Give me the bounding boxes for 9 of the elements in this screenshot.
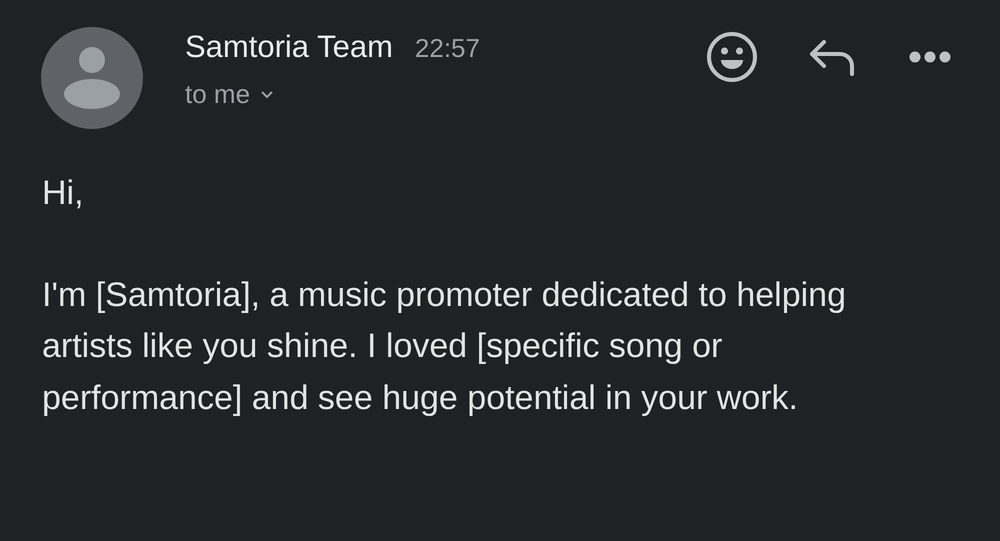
more-icon[interactable]: [908, 50, 952, 64]
message-time: 22:57: [414, 33, 480, 64]
chevron-down-icon: [260, 90, 274, 100]
message-paragraph: I'm [Samtoria], a music promoter dedicated to helping artists like you shine. I loved [specific song or performance] and see huge potential in your work.: [42, 274, 847, 418]
avatar-icon: [41, 27, 143, 129]
recipient-dropdown[interactable]: to me: [185, 79, 274, 110]
message-paragraph: Hi,: [42, 173, 85, 214]
emoji-reaction-icon[interactable]: [706, 31, 758, 83]
sender-name: Samtoria Team: [185, 29, 393, 65]
